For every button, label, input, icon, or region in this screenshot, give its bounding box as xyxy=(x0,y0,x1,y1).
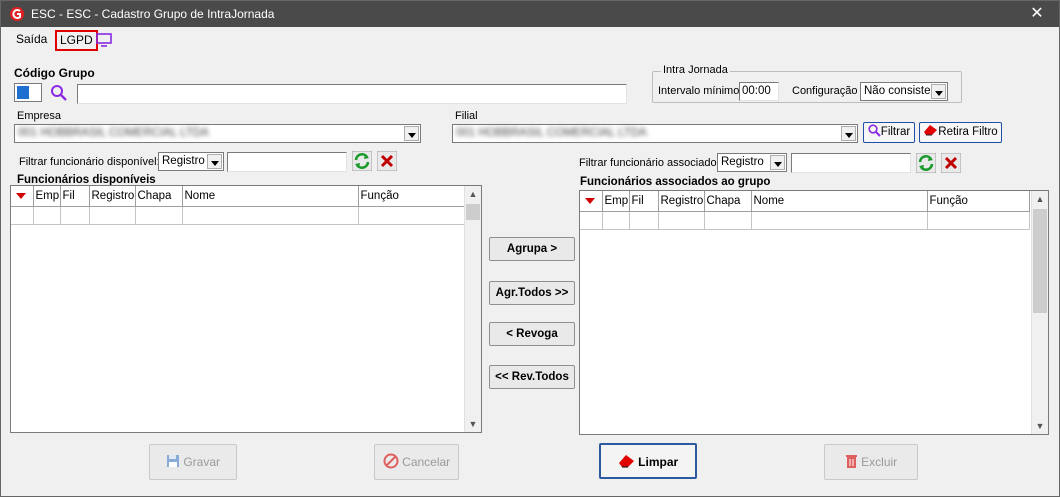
codigo-grupo-input[interactable] xyxy=(77,84,627,104)
filtrar-disponivel-select[interactable]: Registro xyxy=(158,152,224,171)
gravar-button[interactable]: Gravar xyxy=(149,444,237,480)
column-header-nome[interactable]: Nome xyxy=(182,186,359,207)
eraser-icon xyxy=(618,455,634,468)
empresa-label: Empresa xyxy=(17,110,62,122)
filtrar-disponivel-input[interactable] xyxy=(227,152,347,172)
row-indicator-icon xyxy=(580,191,603,212)
chevron-down-icon[interactable] xyxy=(404,126,419,141)
main-window: ESC - ESC - Cadastro Grupo de IntraJorna… xyxy=(0,0,1060,497)
funcionarios-associados-title: Funcionários associados ao grupo xyxy=(580,176,771,188)
window-title: ESC - ESC - Cadastro Grupo de IntraJorna… xyxy=(31,7,275,21)
scroll-down-icon[interactable]: ▼ xyxy=(465,416,481,432)
codigo-grupo-label: Código Grupo xyxy=(14,66,95,80)
grid-header-row: Emp Fil Registro Chapa Nome Função xyxy=(580,191,1030,212)
scroll-thumb[interactable] xyxy=(1033,209,1047,313)
rev-todos-button[interactable]: << Rev.Todos xyxy=(489,365,575,389)
agrupa-button[interactable]: Agrupa > xyxy=(489,237,575,261)
grid-table: Emp Fil Registro Chapa Nome Função xyxy=(11,186,465,225)
column-header-registro[interactable]: Registro xyxy=(658,191,705,212)
intervalo-minimo-label: Intervalo mínimo xyxy=(658,85,740,97)
chevron-down-icon[interactable] xyxy=(770,155,785,170)
excluir-button[interactable]: Excluir xyxy=(824,444,918,480)
menu-saida[interactable]: Saída xyxy=(16,32,47,46)
save-icon xyxy=(166,455,179,467)
column-header-emp[interactable]: Emp xyxy=(33,186,61,207)
clear-filter-icon[interactable] xyxy=(377,151,397,171)
eraser-icon xyxy=(924,125,938,136)
scroll-down-icon[interactable]: ▼ xyxy=(1032,418,1048,434)
codigo-grupo-checkbox[interactable] xyxy=(14,83,42,102)
column-header-funcao[interactable]: Função xyxy=(358,186,465,207)
filtrar-disponivel-label: Filtrar funcionário disponível: xyxy=(19,156,160,168)
grid-table: Emp Fil Registro Chapa Nome Função xyxy=(580,191,1030,230)
scroll-up-icon[interactable]: ▲ xyxy=(465,186,481,202)
funcionarios-disponiveis-grid[interactable]: Emp Fil Registro Chapa Nome Função ▲ ▼ xyxy=(10,185,482,433)
column-header-registro[interactable]: Registro xyxy=(89,186,136,207)
search-icon[interactable] xyxy=(50,84,68,102)
menu-lgpd[interactable]: LGPD xyxy=(55,30,98,51)
title-bar: ESC - ESC - Cadastro Grupo de IntraJorna… xyxy=(1,1,1059,27)
grid-header-row: Emp Fil Registro Chapa Nome Função xyxy=(11,186,465,207)
table-row[interactable] xyxy=(11,206,465,225)
clear-filter-icon[interactable] xyxy=(941,153,961,173)
column-header-fil[interactable]: Fil xyxy=(60,186,90,207)
filial-select[interactable]: 001 HOBBRASIL COMERCIAL LTDA xyxy=(452,124,858,143)
monitor-icon[interactable] xyxy=(96,33,112,50)
scroll-up-icon[interactable]: ▲ xyxy=(1032,191,1048,207)
column-header-nome[interactable]: Nome xyxy=(751,191,928,212)
intra-jornada-legend: Intra Jornada xyxy=(661,64,730,76)
chevron-down-icon[interactable] xyxy=(931,84,946,99)
column-header-funcao[interactable]: Função xyxy=(927,191,1030,212)
scroll-thumb[interactable] xyxy=(466,204,480,220)
column-header-fil[interactable]: Fil xyxy=(629,191,659,212)
cancelar-button[interactable]: Cancelar xyxy=(374,444,459,480)
configuracao-select[interactable]: Não consiste xyxy=(860,82,948,101)
funcionarios-associados-grid[interactable]: Emp Fil Registro Chapa Nome Função ▲ ▼ xyxy=(579,190,1049,435)
refresh-icon[interactable] xyxy=(916,153,936,173)
search-icon xyxy=(868,124,881,137)
retira-filtro-button[interactable]: Retira Filtro xyxy=(919,122,1002,143)
column-header-chapa[interactable]: Chapa xyxy=(135,186,183,207)
intervalo-minimo-input[interactable]: 00:00 xyxy=(739,82,779,101)
revoga-button[interactable]: < Revoga xyxy=(489,322,575,346)
chevron-down-icon[interactable] xyxy=(207,154,222,169)
row-indicator-icon xyxy=(11,186,34,207)
filtrar-associado-label: Filtrar funcionário associado: xyxy=(579,157,720,169)
configuracao-label: Configuração xyxy=(792,85,858,97)
filtrar-button[interactable]: Filtrar xyxy=(863,122,915,143)
chevron-down-icon[interactable] xyxy=(841,126,856,141)
app-logo-icon xyxy=(10,7,24,21)
table-row[interactable] xyxy=(580,211,1030,230)
cancel-icon xyxy=(383,453,399,469)
filial-label: Filial xyxy=(455,110,478,122)
vertical-scrollbar[interactable]: ▲ ▼ xyxy=(464,186,481,432)
menu-bar: Saída LGPD xyxy=(1,28,1059,52)
agr-todos-button[interactable]: Agr.Todos >> xyxy=(489,281,575,305)
filtrar-associado-input[interactable] xyxy=(791,153,911,173)
vertical-scrollbar[interactable]: ▲ ▼ xyxy=(1031,191,1048,434)
refresh-icon[interactable] xyxy=(352,151,372,171)
empresa-select[interactable]: 001 HOBBRASIL COMERCIAL LTDA xyxy=(14,124,421,143)
column-header-emp[interactable]: Emp xyxy=(602,191,630,212)
column-header-chapa[interactable]: Chapa xyxy=(704,191,752,212)
limpar-button[interactable]: Limpar xyxy=(599,443,697,479)
close-button[interactable]: ✕ xyxy=(1015,1,1059,27)
trash-icon xyxy=(845,455,857,468)
filtrar-associado-select[interactable]: Registro xyxy=(717,153,787,172)
